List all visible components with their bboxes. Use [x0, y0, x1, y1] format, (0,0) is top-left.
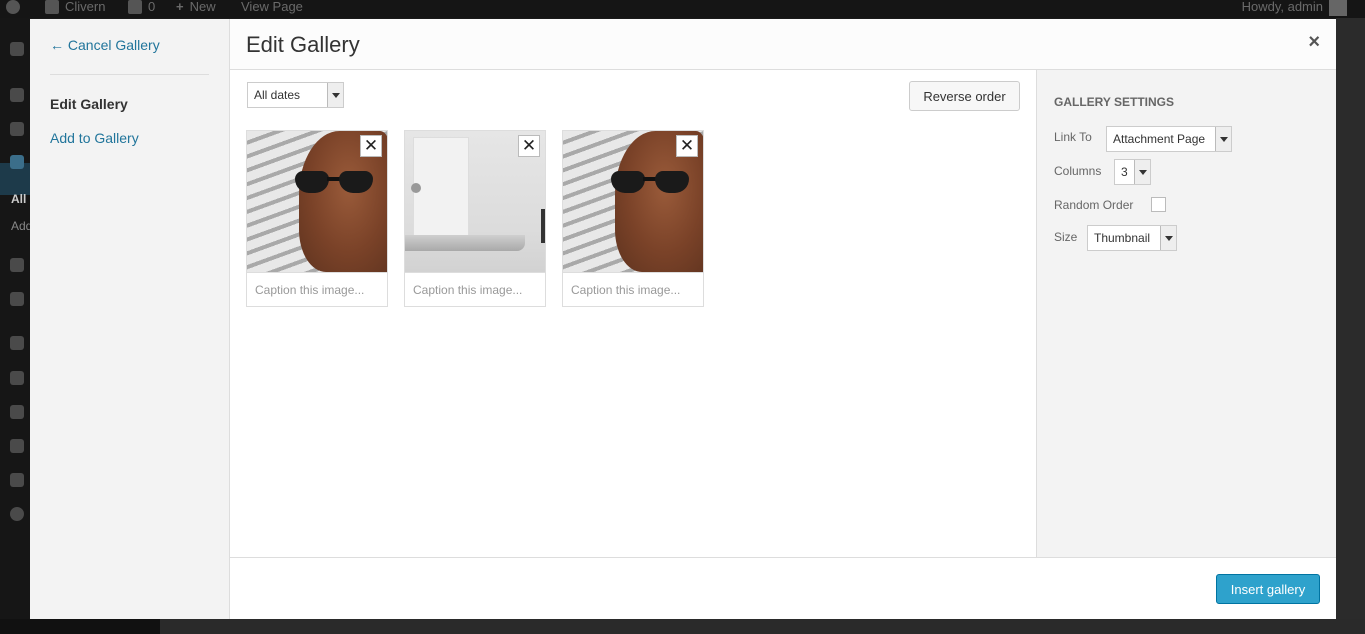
date-filter-select[interactable]: All dates: [247, 82, 344, 108]
insert-gallery-button[interactable]: Insert gallery: [1216, 574, 1320, 604]
backdrop-bottom: [160, 619, 1365, 634]
link-to-select[interactable]: Attachment Page: [1106, 126, 1232, 152]
new-content-link[interactable]: + New: [176, 0, 216, 16]
modal-title-bar: Edit Gallery ×: [230, 19, 1336, 70]
thumbnail-dark-object: [541, 209, 545, 243]
size-select[interactable]: Thumbnail: [1087, 225, 1177, 251]
date-filter-value: All dates: [254, 88, 301, 102]
comments-icon[interactable]: [10, 258, 24, 272]
howdy-text: Howdy, admin: [1241, 0, 1323, 14]
remove-attachment-button[interactable]: ✕: [676, 135, 698, 157]
size-label: Size: [1054, 230, 1078, 244]
menu-item-add-to-gallery[interactable]: Add to Gallery: [50, 130, 139, 146]
chevron-down-icon: [1215, 127, 1231, 151]
caption-input[interactable]: Caption this image...: [405, 272, 545, 306]
reverse-order-button[interactable]: Reverse order: [909, 81, 1020, 111]
site-name-link[interactable]: Clivern: [45, 0, 105, 16]
home-icon: [45, 0, 59, 14]
brush-icon[interactable]: [10, 371, 24, 385]
comments-count: 0: [148, 0, 156, 14]
gallery-settings-panel: Gallery Settings Link To Attachment Page…: [1036, 70, 1336, 557]
thumbnail-sticker-shape: [411, 183, 421, 193]
media-menu: ← Cancel Gallery Edit Gallery Add to Gal…: [30, 19, 230, 619]
appearance-icon[interactable]: [10, 292, 24, 306]
backdrop-right: [1336, 18, 1365, 619]
link-to-label: Link To: [1054, 130, 1092, 144]
gallery-attachment[interactable]: ✕ Caption this image...: [562, 130, 704, 307]
comments-link[interactable]: 0: [128, 0, 155, 16]
menu-separator: [50, 74, 209, 75]
backdrop-bottom-left: [0, 619, 160, 634]
avatar: [1329, 0, 1347, 16]
thumbnail-glasses-shape: [611, 171, 691, 193]
plus-icon: +: [176, 0, 184, 14]
pin-icon[interactable]: [10, 88, 24, 102]
gallery-content: All dates Reverse order ✕ Caption this i…: [230, 70, 1036, 557]
my-account-link[interactable]: Howdy, admin: [1242, 0, 1347, 16]
gallery-settings-heading: Gallery Settings: [1054, 95, 1175, 109]
thumbnail-screen-shape: [413, 137, 469, 237]
gallery-attachment[interactable]: ✕ Caption this image...: [404, 130, 546, 307]
modal-title: Edit Gallery: [246, 32, 360, 57]
caption-input[interactable]: Caption this image...: [247, 272, 387, 306]
new-label: New: [189, 0, 216, 14]
media-modal: ← Cancel Gallery Edit Gallery Add to Gal…: [30, 19, 1336, 619]
admin-menu: All Add: [0, 18, 32, 634]
tools-icon[interactable]: [10, 439, 24, 453]
columns-select[interactable]: 3: [1114, 159, 1151, 185]
collapse-icon[interactable]: [10, 507, 24, 521]
columns-value: 3: [1121, 165, 1128, 179]
remove-attachment-button[interactable]: ✕: [360, 135, 382, 157]
size-value: Thumbnail: [1094, 231, 1151, 245]
menu-item-edit-gallery[interactable]: Edit Gallery: [50, 96, 128, 112]
thumbnail-laptop-shape: [405, 235, 525, 251]
view-page-label: View Page: [241, 0, 303, 14]
close-icon[interactable]: ×: [1308, 31, 1320, 54]
random-order-label: Random Order: [1054, 198, 1134, 212]
chevron-down-icon: [1160, 226, 1176, 250]
submenu-all[interactable]: All: [11, 192, 26, 206]
plugins-icon[interactable]: [10, 336, 24, 350]
remove-attachment-button[interactable]: ✕: [518, 135, 540, 157]
caption-input[interactable]: Caption this image...: [563, 272, 703, 306]
columns-label: Columns: [1054, 164, 1102, 178]
wordpress-logo-icon[interactable]: [6, 0, 20, 16]
gallery-attachment[interactable]: ✕ Caption this image...: [246, 130, 388, 307]
chevron-down-icon: [327, 83, 343, 107]
link-to-value: Attachment Page: [1113, 132, 1206, 146]
chevron-down-icon: [1134, 160, 1150, 184]
media-icon[interactable]: [10, 122, 24, 136]
modal-toolbar: Insert gallery: [230, 557, 1336, 619]
cancel-gallery-link[interactable]: ← Cancel Gallery: [50, 37, 160, 53]
site-name: Clivern: [65, 0, 106, 14]
random-order-checkbox[interactable]: [1151, 197, 1166, 212]
settings-icon[interactable]: [10, 473, 24, 487]
pages-icon[interactable]: [10, 155, 24, 169]
admin-bar: Clivern 0 + New View Page Howdy, admin: [0, 0, 1365, 18]
comment-icon: [128, 0, 142, 14]
users-icon[interactable]: [10, 405, 24, 419]
dashboard-icon[interactable]: [10, 42, 24, 56]
thumbnail-glasses-shape: [295, 171, 375, 193]
view-page-link[interactable]: View Page: [241, 0, 303, 16]
